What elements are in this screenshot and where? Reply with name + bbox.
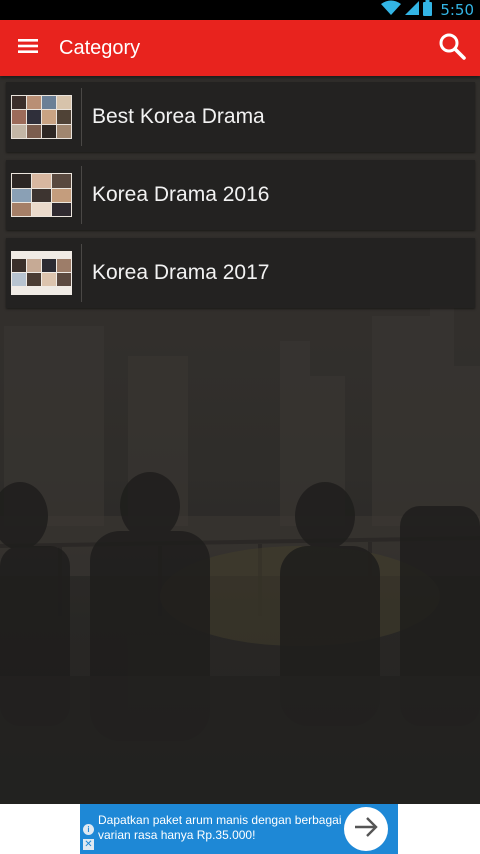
category-list: Best Korea Drama Korea Drama 2016 Korea …	[6, 82, 475, 316]
wifi-icon	[381, 0, 402, 21]
page-title: Category	[59, 37, 141, 59]
status-bar: 5:50	[0, 0, 480, 20]
signal-icon	[405, 0, 420, 21]
search-icon	[438, 32, 466, 65]
arrow-right-icon	[353, 816, 379, 843]
search-button[interactable]	[430, 26, 474, 70]
ad-text: Dapatkan paket arum manis dengan berbaga…	[98, 813, 342, 842]
menu-button[interactable]	[8, 28, 48, 68]
ad-arrow-button[interactable]	[344, 807, 388, 851]
category-label: Korea Drama 2017	[92, 261, 270, 284]
drama-collage-thumbnail	[11, 95, 72, 139]
ad-banner[interactable]: i ✕ Dapatkan paket arum manis dengan ber…	[80, 804, 398, 854]
ad-banner-area: i ✕ Dapatkan paket arum manis dengan ber…	[0, 804, 480, 854]
battery-icon	[423, 0, 433, 21]
app-bar: Category	[0, 20, 480, 76]
category-label: Korea Drama 2016	[92, 183, 270, 206]
item-divider	[81, 88, 82, 146]
ad-info-icon[interactable]: i	[83, 824, 94, 835]
category-item-korea-drama-2016[interactable]: Korea Drama 2016	[6, 160, 475, 230]
item-divider	[81, 244, 82, 302]
item-divider	[81, 166, 82, 224]
category-item-best-korea-drama[interactable]: Best Korea Drama	[6, 82, 475, 152]
drama-collage-thumbnail	[11, 251, 72, 295]
category-item-korea-drama-2017[interactable]: Korea Drama 2017	[6, 238, 475, 308]
category-label: Best Korea Drama	[92, 105, 265, 128]
menu-icon	[18, 38, 38, 59]
ad-close-icon[interactable]: ✕	[83, 839, 94, 850]
status-time: 5:50	[440, 1, 474, 19]
drama-collage-thumbnail	[11, 173, 72, 217]
status-icons: 5:50	[381, 0, 474, 20]
app-screen: 5:50 Category Best Korea Drama Korea Dra…	[0, 0, 480, 854]
